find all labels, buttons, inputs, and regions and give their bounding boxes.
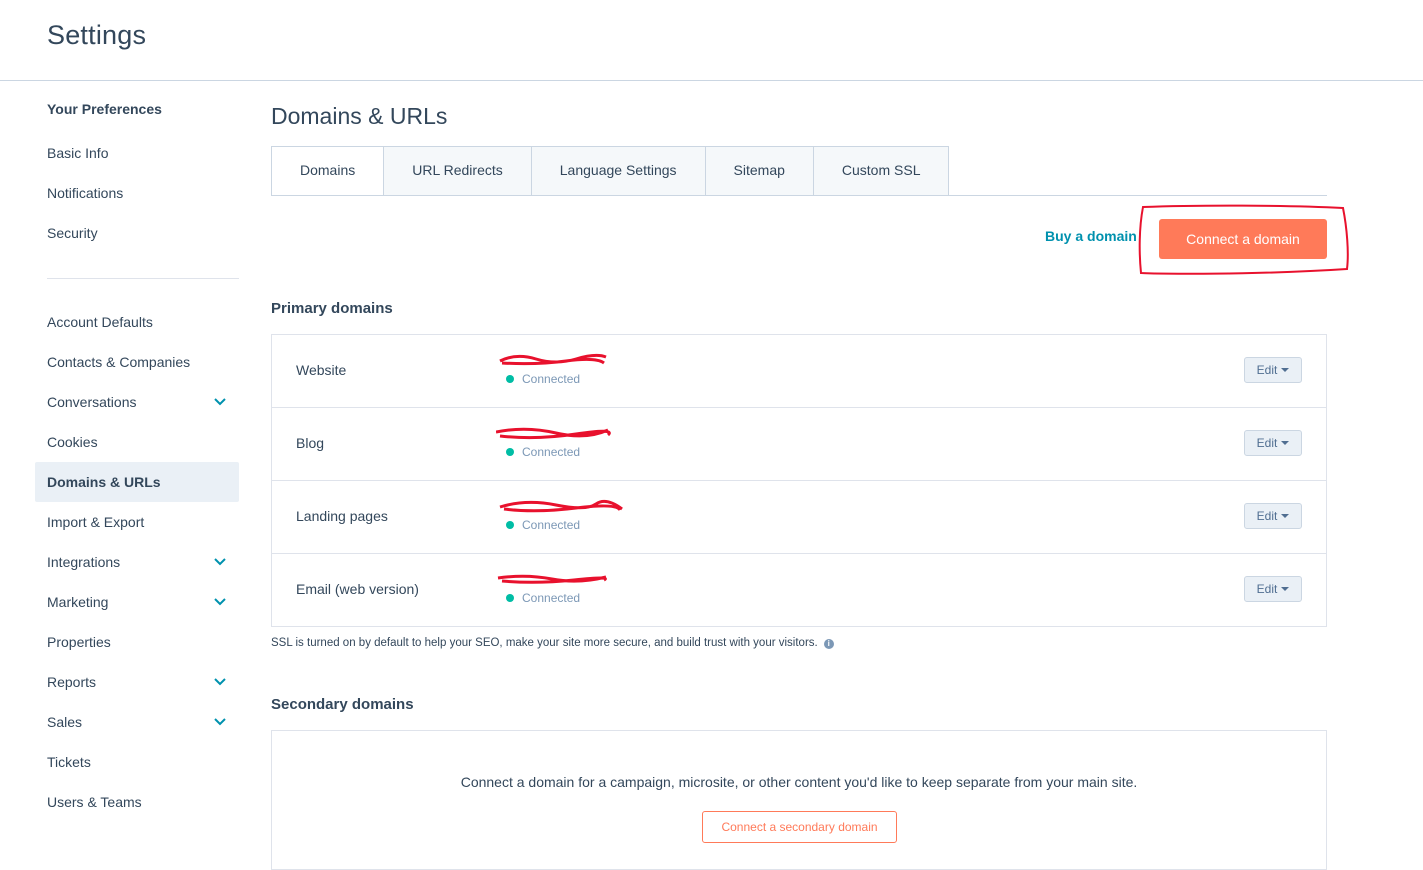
secondary-domains-title: Secondary domains xyxy=(271,696,414,713)
sidebar-item-conversations[interactable]: Conversations xyxy=(35,382,239,422)
status-dot-icon xyxy=(506,448,514,456)
sidebar-item-label: Sales xyxy=(47,714,83,730)
edit-label: Edit xyxy=(1256,436,1278,450)
sidebar-item-integrations[interactable]: Integrations xyxy=(35,542,239,582)
status-text: Connected xyxy=(522,445,581,459)
status-text: Connected xyxy=(522,372,581,386)
settings-sidebar: Your Preferences Basic Info Notification… xyxy=(0,81,260,861)
edit-dropdown-button[interactable]: Edit xyxy=(1244,503,1302,529)
sidebar-item-basic-info[interactable]: Basic Info xyxy=(35,133,239,173)
sidebar-item-label: Tickets xyxy=(47,754,91,770)
sidebar-item-label: Properties xyxy=(47,634,111,650)
chevron-down-icon[interactable] xyxy=(213,675,227,689)
edit-dropdown-button[interactable]: Edit xyxy=(1244,576,1302,602)
redacted-scribble xyxy=(499,499,623,513)
sidebar-item-domains-urls[interactable]: Domains & URLs xyxy=(35,462,239,502)
status-connected: Connected xyxy=(506,518,580,532)
caret-down-icon xyxy=(1281,441,1290,445)
chevron-down-icon[interactable] xyxy=(213,395,227,409)
sidebar-item-tickets[interactable]: Tickets xyxy=(35,742,239,782)
ssl-note: SSL is turned on by default to help your… xyxy=(271,637,834,649)
page-header-title: Settings xyxy=(47,20,147,50)
sidebar-item-marketing[interactable]: Marketing xyxy=(35,582,239,622)
sidebar-item-label: Domains & URLs xyxy=(47,474,161,490)
sidebar-item-reports[interactable]: Reports xyxy=(35,662,239,702)
caret-down-icon xyxy=(1281,514,1290,518)
domain-type-label: Landing pages xyxy=(296,508,388,524)
sidebar-item-label: Conversations xyxy=(47,394,137,410)
sidebar-item-cookies[interactable]: Cookies xyxy=(35,422,239,462)
caret-down-icon xyxy=(1281,587,1290,591)
edit-dropdown-button[interactable]: Edit xyxy=(1244,357,1302,383)
sidebar-item-label: Contacts & Companies xyxy=(47,354,191,370)
ssl-note-text: SSL is turned on by default to help your… xyxy=(271,637,818,649)
sidebar-item-label: Cookies xyxy=(47,434,98,450)
annotation-circle xyxy=(1138,204,1349,275)
edit-label: Edit xyxy=(1256,509,1278,523)
caret-down-icon xyxy=(1281,368,1290,372)
domain-type-label: Blog xyxy=(296,435,325,451)
page-title: Domains & URLs xyxy=(271,103,448,129)
chevron-down-icon[interactable] xyxy=(213,595,227,609)
sidebar-item-label: Reports xyxy=(47,674,97,690)
status-text: Connected xyxy=(522,518,581,532)
sidebar-item-label: Import & Export xyxy=(47,514,145,530)
sidebar-item-label: Marketing xyxy=(47,594,109,610)
settings-header: Settings xyxy=(0,0,1423,81)
sidebar-item-label: Account Defaults xyxy=(47,314,153,330)
edit-dropdown-button[interactable]: Edit xyxy=(1244,430,1302,456)
redacted-scribble xyxy=(499,353,607,366)
status-connected: Connected xyxy=(506,445,580,459)
sidebar-item-label: Security xyxy=(47,225,98,241)
domain-type-label: Email (web version) xyxy=(296,581,419,597)
secondary-domains-box: Connect a domain for a campaign, microsi… xyxy=(271,730,1327,870)
status-dot-icon xyxy=(506,375,514,383)
sidebar-group-title: Your Preferences xyxy=(47,101,162,117)
status-connected: Connected xyxy=(506,372,580,386)
sidebar-item-account-defaults[interactable]: Account Defaults xyxy=(35,302,239,342)
tab-domains[interactable]: Domains xyxy=(271,146,385,196)
status-text: Connected xyxy=(522,591,581,605)
status-dot-icon xyxy=(506,521,514,529)
sidebar-item-label: Notifications xyxy=(47,185,124,201)
table-row: Website Connected Edit xyxy=(272,335,1326,408)
tab-sitemap[interactable]: Sitemap xyxy=(705,146,814,196)
chevron-down-icon[interactable] xyxy=(213,555,227,569)
table-row: Email (web version) Connected Edit xyxy=(272,554,1326,626)
tabs-divider xyxy=(271,195,1327,196)
chevron-down-icon[interactable] xyxy=(213,715,227,729)
tab-language-settings[interactable]: Language Settings xyxy=(531,146,706,196)
sidebar-item-import-export[interactable]: Import & Export xyxy=(35,502,239,542)
edit-label: Edit xyxy=(1256,363,1278,377)
sidebar-item-notifications[interactable]: Notifications xyxy=(35,173,239,213)
redacted-scribble xyxy=(497,574,607,584)
primary-domains-table: Website Connected Edit Blog Connected Ed… xyxy=(271,334,1327,627)
status-dot-icon xyxy=(506,594,514,602)
sidebar-divider xyxy=(47,278,239,279)
sidebar-item-label: Basic Info xyxy=(47,145,109,161)
sidebar-item-sales[interactable]: Sales xyxy=(35,702,239,742)
table-row: Blog Connected Edit xyxy=(272,408,1326,481)
info-icon[interactable]: i xyxy=(823,639,834,649)
domain-type-label: Website xyxy=(296,362,347,378)
sidebar-item-users-teams[interactable]: Users & Teams xyxy=(35,782,239,822)
tab-bar: Domains URL Redirects Language Settings … xyxy=(271,146,950,196)
tab-custom-ssl[interactable]: Custom SSL xyxy=(813,146,950,196)
connect-secondary-domain-button[interactable]: Connect a secondary domain xyxy=(702,811,897,843)
sidebar-item-properties[interactable]: Properties xyxy=(35,622,239,662)
status-connected: Connected xyxy=(506,591,580,605)
sidebar-item-contacts-companies[interactable]: Contacts & Companies xyxy=(35,342,239,382)
secondary-domains-description: Connect a domain for a campaign, microsi… xyxy=(460,774,1138,790)
buy-domain-link[interactable]: Buy a domain xyxy=(1045,228,1137,244)
table-row: Landing pages Connected Edit xyxy=(272,481,1326,554)
edit-label: Edit xyxy=(1256,582,1278,596)
redacted-scribble xyxy=(496,427,611,440)
primary-domains-title: Primary domains xyxy=(271,300,393,317)
tab-url-redirects[interactable]: URL Redirects xyxy=(384,146,532,196)
sidebar-item-label: Users & Teams xyxy=(47,794,142,810)
sidebar-item-security[interactable]: Security xyxy=(35,213,239,253)
sidebar-item-label: Integrations xyxy=(47,554,121,570)
